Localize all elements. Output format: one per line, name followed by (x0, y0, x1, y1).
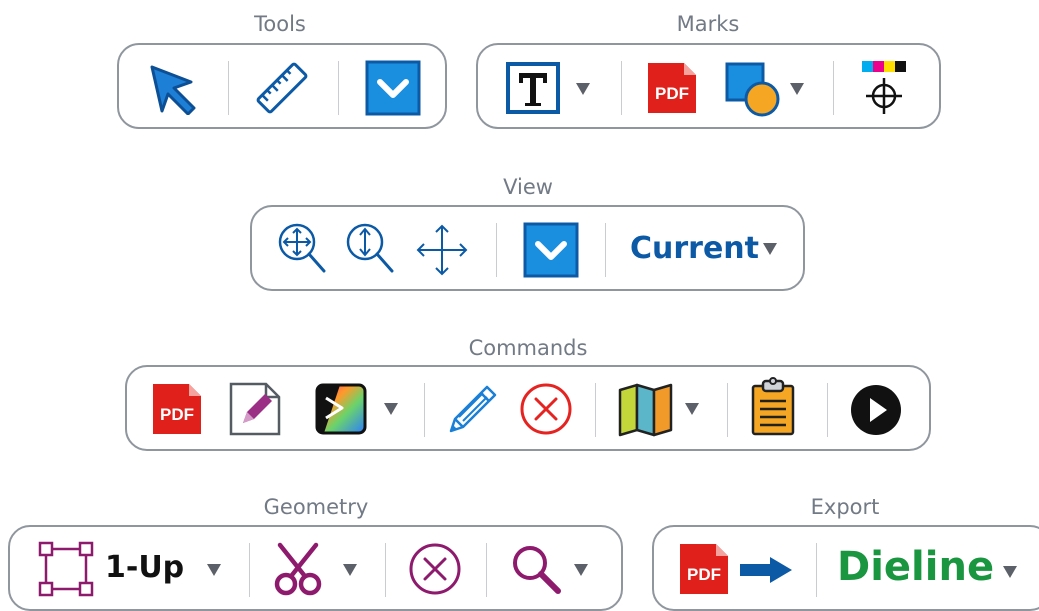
delete-circle-icon[interactable] (408, 542, 462, 596)
pdf-export-icon[interactable]: PDF (678, 542, 730, 596)
export-title: Export (810, 495, 880, 519)
preview-gradient-icon[interactable] (314, 382, 368, 436)
scissors-dropdown-arrow[interactable] (343, 564, 357, 576)
export-separator-1 (816, 543, 817, 597)
commands-toolbar: PDF (125, 365, 931, 451)
layout-label[interactable]: 1-Up (105, 550, 184, 585)
shape-mark-icon[interactable] (724, 61, 782, 117)
view-mode-label[interactable]: Current (630, 231, 759, 266)
marks-separator-2 (833, 61, 834, 115)
clipboard-icon[interactable] (749, 377, 797, 437)
pan-icon[interactable] (414, 222, 470, 278)
view-toolbar: Current (250, 205, 805, 291)
scissors-icon[interactable] (270, 541, 326, 597)
commands-separator-4 (827, 383, 828, 437)
layout-dropdown-arrow[interactable] (207, 564, 221, 576)
play-icon[interactable] (849, 383, 903, 437)
marks-toolbar: PDF (476, 43, 941, 129)
zoom-height-icon[interactable] (344, 221, 396, 277)
text-mark-dropdown-arrow[interactable] (576, 83, 590, 95)
zoom-fit-icon[interactable] (276, 221, 328, 277)
commands-separator-2 (595, 383, 596, 437)
commands-separator-3 (727, 383, 728, 437)
map-dropdown-arrow[interactable] (685, 403, 699, 415)
shape-mark-dropdown-arrow[interactable] (790, 83, 804, 95)
geometry-separator-1 (249, 543, 250, 597)
view-mode-dropdown-arrow[interactable] (763, 243, 777, 255)
tools-separator-2 (338, 61, 339, 115)
geometry-title: Geometry (263, 495, 369, 519)
preview-dropdown-arrow[interactable] (384, 403, 398, 415)
layout-frame-icon[interactable] (38, 541, 94, 597)
export-format-dropdown-arrow[interactable] (1003, 566, 1017, 578)
magnifier-icon[interactable] (508, 541, 564, 597)
cancel-circle-icon[interactable] (519, 382, 573, 436)
pencil-icon[interactable] (445, 381, 501, 437)
svg-text:PDF: PDF (160, 405, 194, 424)
map-icon[interactable] (617, 382, 675, 438)
commands-title: Commands (468, 336, 588, 360)
geometry-separator-2 (385, 543, 386, 597)
select-arrow-icon[interactable] (145, 61, 199, 115)
export-toolbar: PDF Dieline (652, 525, 1039, 611)
geometry-separator-3 (486, 543, 487, 597)
view-title: View (503, 175, 553, 199)
registration-mark-icon[interactable] (858, 59, 914, 117)
svg-text:PDF: PDF (687, 565, 721, 584)
edit-document-icon[interactable] (228, 381, 282, 437)
tools-separator-1 (228, 61, 229, 115)
ruler-icon[interactable] (254, 61, 310, 115)
svg-text:PDF: PDF (655, 84, 689, 103)
magnifier-dropdown-arrow[interactable] (574, 564, 588, 576)
view-expand-icon[interactable] (523, 222, 579, 278)
geometry-toolbar: 1-Up (8, 525, 623, 611)
expand-panel-icon[interactable] (365, 60, 421, 116)
view-separator-2 (605, 223, 606, 277)
tools-toolbar (117, 43, 447, 129)
pdf-mark-icon[interactable]: PDF (646, 61, 698, 115)
marks-title: Marks (676, 12, 740, 36)
export-format-label[interactable]: Dieline (837, 544, 994, 590)
text-mark-icon[interactable] (505, 61, 561, 115)
commands-separator-1 (424, 383, 425, 437)
arrow-right-icon (738, 555, 794, 585)
pdf-icon[interactable]: PDF (151, 382, 203, 436)
marks-separator-1 (621, 61, 622, 115)
tools-title: Tools (254, 12, 306, 36)
view-separator-1 (496, 223, 497, 277)
